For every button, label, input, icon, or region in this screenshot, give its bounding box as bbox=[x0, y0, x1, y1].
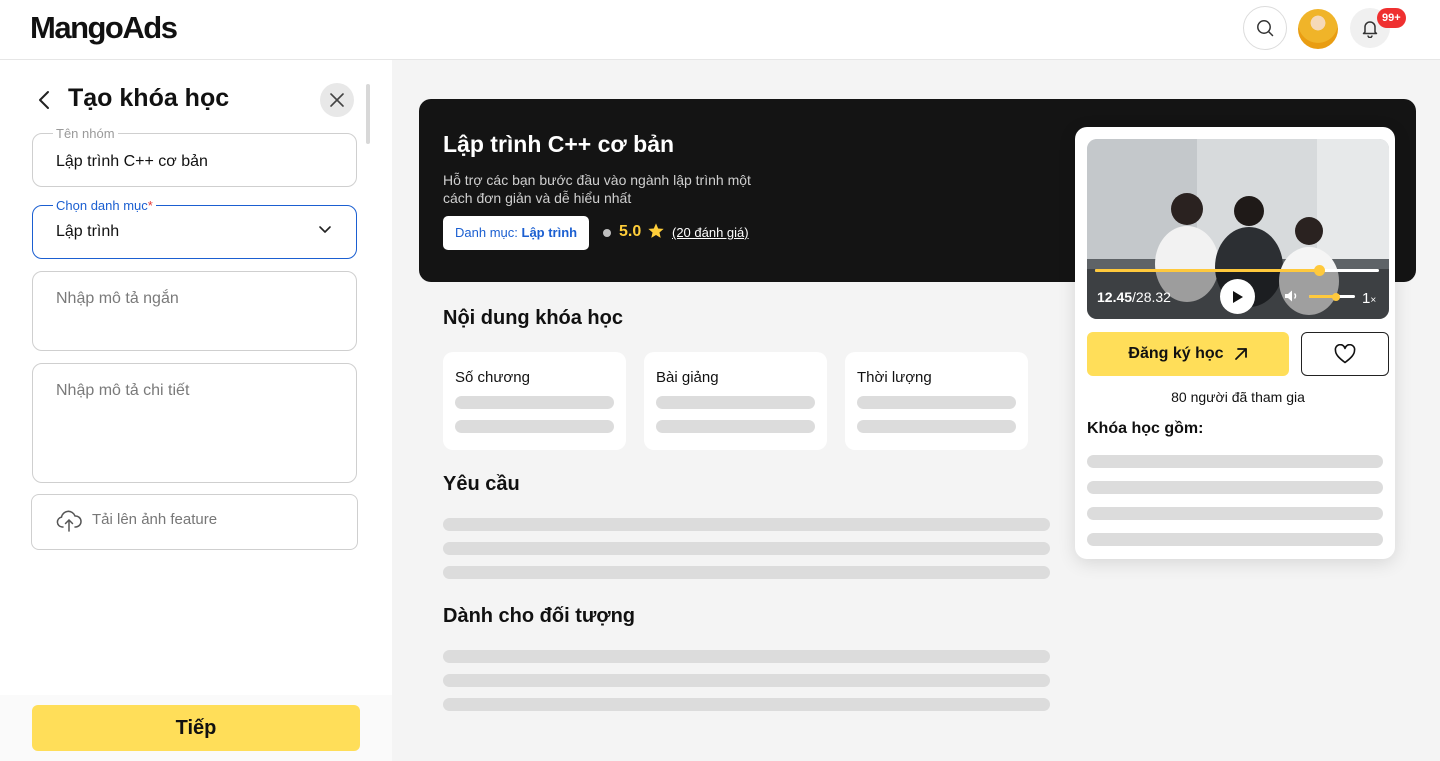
skeleton-line bbox=[455, 420, 614, 433]
video-progress-handle[interactable] bbox=[1313, 265, 1325, 276]
skeleton-line bbox=[1087, 455, 1383, 468]
skeleton-line bbox=[443, 674, 1050, 687]
skeleton-line bbox=[1087, 533, 1383, 546]
skeleton-line bbox=[443, 650, 1050, 663]
next-button[interactable]: Tiếp bbox=[32, 705, 360, 751]
category-select[interactable]: Chọn danh mục* Lập trình bbox=[32, 199, 357, 259]
group-name-value: Lập trình C++ cơ bản bbox=[56, 153, 208, 170]
stat-card-duration: Thời lượng bbox=[845, 352, 1028, 450]
skeleton-line bbox=[656, 420, 815, 433]
joined-count: 80 người đã tham gia bbox=[1171, 389, 1305, 405]
rating-value: 5.0 bbox=[619, 223, 642, 240]
skeleton-line bbox=[1087, 507, 1383, 520]
stat-label: Thời lượng bbox=[857, 369, 932, 386]
stat-label: Bài giảng bbox=[656, 369, 719, 386]
audience-section-title: Dành cho đối tượng bbox=[443, 605, 636, 627]
detail-description-placeholder: Nhập mô tả chi tiết bbox=[56, 382, 190, 399]
top-bar: MangoAds bbox=[0, 0, 1440, 60]
back-button[interactable] bbox=[30, 86, 58, 114]
category-label-text: Chọn danh mục bbox=[56, 198, 148, 213]
play-icon bbox=[1232, 290, 1243, 303]
enroll-label: Đăng ký học bbox=[1128, 345, 1224, 362]
group-name-label: Tên nhóm bbox=[53, 127, 118, 141]
includes-title: Khóa học gồm: bbox=[1087, 420, 1204, 437]
reviews-link[interactable]: (20 đánh giá) bbox=[672, 225, 749, 240]
short-description-field[interactable]: Nhập mô tả ngắn bbox=[32, 271, 357, 351]
heart-icon bbox=[1334, 344, 1356, 364]
favorite-button[interactable] bbox=[1301, 332, 1389, 376]
skeleton-line bbox=[656, 396, 815, 409]
separator-dot bbox=[603, 229, 611, 237]
category-value: Lập trình bbox=[56, 223, 120, 240]
panel-scrollbar[interactable] bbox=[366, 84, 370, 144]
skeleton-line bbox=[857, 396, 1016, 409]
total-time: /28.32 bbox=[1132, 289, 1171, 305]
course-title: Lập trình C++ cơ bản bbox=[443, 131, 675, 157]
short-description-placeholder: Nhập mô tả ngắn bbox=[56, 290, 179, 307]
stat-card-chapters: Số chương bbox=[443, 352, 626, 450]
volume-icon[interactable] bbox=[1284, 289, 1300, 303]
volume-handle[interactable] bbox=[1331, 293, 1340, 301]
course-description: Hỗ trợ các bạn bước đầu vào ngành lập tr… bbox=[443, 172, 751, 206]
skeleton-line bbox=[1087, 481, 1383, 494]
skeleton-line bbox=[857, 420, 1016, 433]
current-time: 12.45 bbox=[1097, 289, 1133, 305]
category-chip-prefix: Danh mục: bbox=[455, 225, 518, 240]
cloud-upload-icon bbox=[56, 510, 82, 532]
close-button[interactable] bbox=[320, 83, 354, 117]
upload-feature-button[interactable]: Tải lên ảnh feature bbox=[31, 494, 358, 550]
required-mark: * bbox=[147, 198, 153, 213]
search-button[interactable] bbox=[1243, 6, 1287, 50]
content-section-title: Nội dung khóa học bbox=[443, 307, 623, 329]
skeleton-line bbox=[443, 518, 1050, 531]
speed-suffix: × bbox=[1370, 295, 1377, 306]
group-name-field[interactable]: Tên nhóm Lập trình C++ cơ bản bbox=[32, 127, 357, 187]
arrow-up-right-icon bbox=[1234, 348, 1247, 360]
skeleton-line bbox=[443, 542, 1050, 555]
star-icon bbox=[648, 223, 664, 238]
play-button[interactable] bbox=[1220, 279, 1255, 314]
enroll-button[interactable]: Đăng ký học bbox=[1087, 332, 1289, 376]
category-chip[interactable]: Danh mục: Lập trình bbox=[443, 216, 590, 250]
video-time: 12.45/28.32 bbox=[1097, 289, 1171, 305]
category-label: Chọn danh mục* bbox=[53, 199, 156, 213]
search-icon bbox=[1257, 20, 1274, 37]
chevron-left-icon bbox=[39, 91, 49, 109]
logo[interactable]: MangoAds bbox=[30, 10, 178, 46]
chevron-down-icon bbox=[319, 226, 331, 233]
stat-label: Số chương bbox=[455, 369, 530, 386]
page-title: Tạo khóa học bbox=[68, 84, 230, 112]
skeleton-line bbox=[443, 566, 1050, 579]
skeleton-line bbox=[443, 698, 1050, 711]
skeleton-line bbox=[455, 396, 614, 409]
requirements-section-title: Yêu cầu bbox=[443, 473, 520, 495]
playback-speed[interactable]: 1× bbox=[1362, 290, 1376, 307]
notification-badge: 99+ bbox=[1377, 8, 1406, 28]
category-chip-value: Lập trình bbox=[521, 225, 578, 240]
avatar[interactable] bbox=[1298, 9, 1338, 49]
close-icon bbox=[330, 93, 344, 107]
video-progress-fill bbox=[1095, 269, 1320, 272]
upload-label: Tải lên ảnh feature bbox=[92, 511, 218, 528]
stat-card-lectures: Bài giảng bbox=[644, 352, 827, 450]
detail-description-field[interactable]: Nhập mô tả chi tiết bbox=[32, 363, 357, 483]
